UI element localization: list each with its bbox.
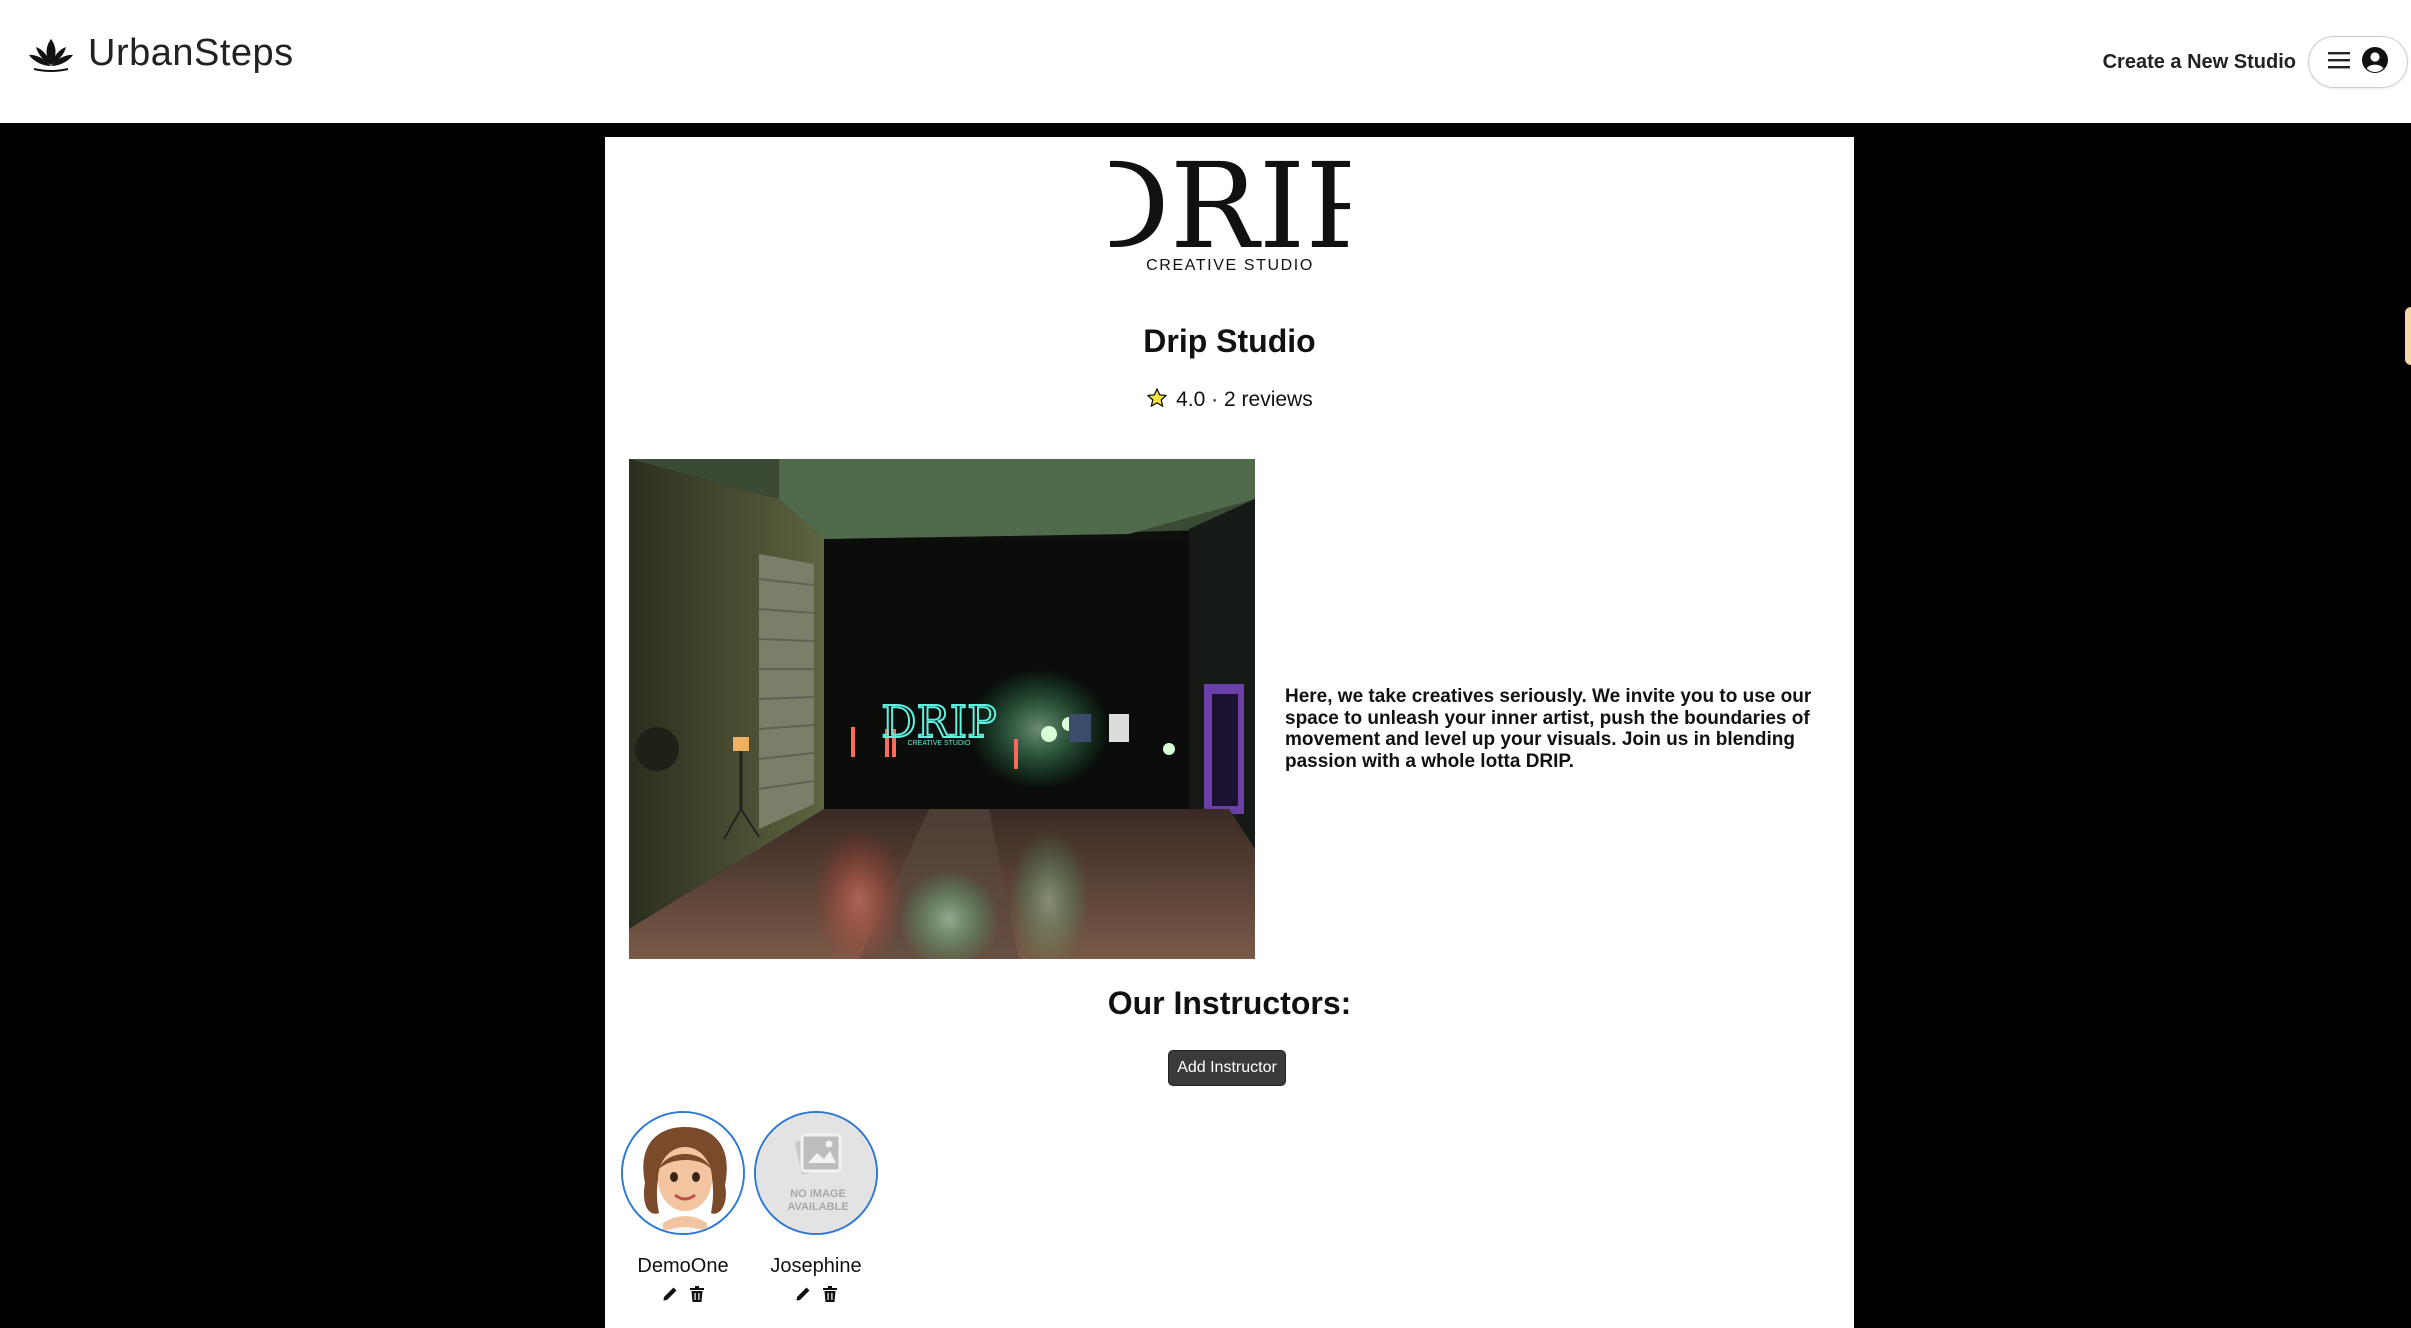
instructor-name: Josephine — [770, 1255, 862, 1277]
hamburger-menu-icon — [2328, 51, 2350, 74]
studio-title: Drip Studio — [1143, 323, 1316, 359]
no-image-text-line2: AVAILABLE — [787, 1201, 848, 1213]
studio-photo: DRIP CREATIVE STUDIO — [629, 459, 1255, 959]
instructor-card: NO IMAGE AVAILABLE Josephine — [749, 1111, 883, 1302]
studio-logo-subtitle: CREATIVE STUDIO — [1146, 257, 1314, 274]
profile-menu-button[interactable] — [2308, 36, 2408, 88]
instructor-card: DemoOne — [616, 1111, 750, 1302]
rating-separator: · — [1211, 388, 1219, 411]
lotus-logo-icon — [26, 35, 76, 73]
edit-pencil-icon[interactable] — [662, 1286, 678, 1302]
top-nav-bar: UrbanSteps Create a New Studio — [0, 0, 2411, 123]
studio-panel: DRIP CREATIVE STUDIO Drip Studio 4.0 · 2… — [605, 137, 1854, 1328]
user-circle-icon — [2362, 46, 2388, 78]
instructor-avatar[interactable] — [621, 1111, 745, 1235]
instructors-heading: Our Instructors: — [1107, 985, 1352, 1021]
reviews-count-link[interactable]: 2 reviews — [1224, 388, 1313, 411]
studio-description: Here, we take creatives seriously. We in… — [1285, 686, 1812, 772]
studio-logo: DRIP CREATIVE STUDIO — [1075, 137, 1384, 275]
brand-home-link[interactable]: UrbanSteps — [26, 32, 294, 75]
no-image-text: NO IMAGE — [790, 1188, 846, 1200]
photo-neon-sign-subtitle: CREATIVE STUDIO — [908, 740, 971, 747]
instructor-actions — [616, 1286, 750, 1302]
add-instructor-button[interactable]: Add Instructor — [1168, 1050, 1286, 1086]
instructor-actions — [749, 1286, 883, 1302]
edit-pencil-icon[interactable] — [795, 1286, 811, 1302]
side-edge-tab[interactable] — [2405, 307, 2411, 365]
delete-trash-icon[interactable] — [823, 1286, 837, 1302]
brand-name: UrbanSteps — [88, 32, 294, 74]
nav-right-group: Create a New Studio — [2103, 36, 2411, 88]
instructor-avatar-placeholder[interactable]: NO IMAGE AVAILABLE — [754, 1111, 878, 1235]
create-new-studio-link[interactable]: Create a New Studio — [2103, 51, 2296, 74]
rating-value: 4.0 — [1176, 388, 1206, 411]
delete-trash-icon[interactable] — [690, 1286, 704, 1302]
star-icon — [1146, 387, 1168, 415]
studio-rating: 4.0 · 2 reviews — [605, 387, 1854, 415]
instructor-name: DemoOne — [637, 1255, 729, 1277]
studio-logo-text: DRIP — [1110, 149, 1350, 274]
